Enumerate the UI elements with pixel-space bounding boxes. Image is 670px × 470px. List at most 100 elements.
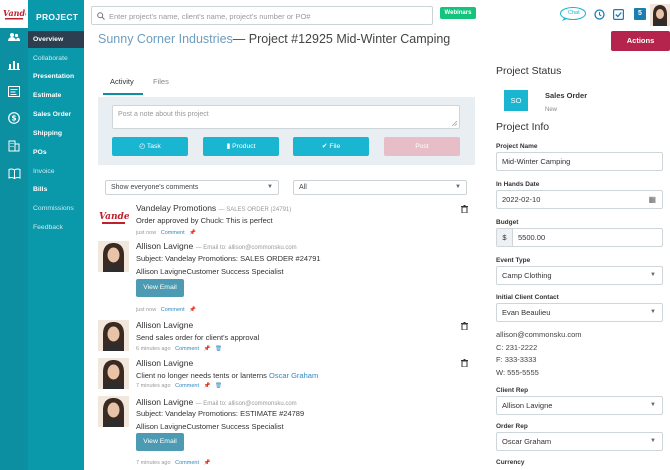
feed-author: Allison Lavigne — Email to: allison@comm…: [136, 397, 297, 407]
dollar-icon[interactable]: $: [6, 111, 22, 125]
product-button[interactable]: ▮ Product: [203, 137, 279, 156]
budget-input[interactable]: $5500.00: [496, 228, 663, 247]
pin-icon[interactable]: 📌: [204, 460, 211, 466]
trash-icon[interactable]: [461, 359, 468, 367]
task-button[interactable]: ◴ Task: [112, 137, 188, 156]
file-label: File: [329, 143, 341, 150]
vandelay-logo[interactable]: Vandelay: [0, 0, 28, 28]
trash-icon[interactable]: 🗑: [215, 383, 222, 389]
feed-message: Client no longer needs tents or lanterns…: [136, 371, 318, 380]
comments-filter-select[interactable]: Show everyone's comments ▼: [105, 180, 279, 195]
order-rep-label: Order Rep: [496, 423, 528, 430]
feed-meta: just now Comment 📌: [136, 230, 196, 236]
feed-signature: Allison LavigneCustomer Success Speciali…: [136, 422, 284, 431]
task-icon: ◴: [139, 143, 147, 150]
tab-activity[interactable]: Activity: [110, 77, 134, 86]
nav-item-feedback[interactable]: Feedback: [28, 219, 84, 236]
comment-link[interactable]: Comment: [175, 383, 199, 389]
nav-item-estimate[interactable]: Estimate: [28, 87, 84, 104]
order-rep-select[interactable]: Oscar Graham ▼: [496, 432, 663, 451]
project-number: — Project #12925 Mid-Winter Camping: [232, 32, 451, 46]
chevron-down-icon: ▼: [650, 438, 656, 444]
pin-icon[interactable]: 📌: [189, 307, 196, 313]
feed-time: 7 minutes ago: [136, 460, 171, 466]
calendar-icon[interactable]: ▦: [648, 191, 656, 208]
book-icon[interactable]: [6, 166, 22, 180]
comment-link[interactable]: Comment: [161, 230, 185, 236]
contact-phone-f: F: 333-3333: [496, 355, 537, 364]
trash-icon[interactable]: [461, 322, 468, 330]
contact-select[interactable]: Evan Beaulieu ▼: [496, 303, 663, 322]
author-name[interactable]: Allison Lavigne: [136, 241, 193, 251]
feed-message: Order approved by Chuck: This is perfect: [136, 216, 273, 225]
feed-time: just now: [136, 307, 157, 313]
contact-label: Initial Client Contact: [496, 294, 559, 301]
feed-meta: 7 minutes ago Comment 📌: [136, 460, 210, 466]
icon-sidebar: Vandelay $: [0, 0, 28, 470]
view-email-button[interactable]: View Email: [136, 433, 184, 451]
feed-tag: — SALES ORDER (24791): [218, 207, 292, 213]
feed-author[interactable]: Allison Lavigne: [136, 320, 193, 330]
author-name[interactable]: Vandelay Promotions: [136, 203, 216, 213]
nav-title: PROJECT: [36, 12, 79, 22]
trash-icon[interactable]: [461, 205, 468, 213]
pin-icon[interactable]: 📌: [189, 230, 196, 236]
in-hands-label: In Hands Date: [496, 181, 540, 188]
webinars-button[interactable]: Webinars: [440, 7, 476, 19]
chevron-down-icon: ▼: [650, 402, 656, 408]
svg-text:Vandelay: Vandelay: [3, 8, 26, 18]
tab-files[interactable]: Files: [153, 77, 169, 86]
feed-meta: 6 minutes ago Comment 📌 🗑: [136, 346, 222, 352]
client-rep-select[interactable]: Allison Lavigne ▼: [496, 396, 663, 415]
global-search-input[interactable]: Enter project's name, client's name, pro…: [91, 6, 433, 25]
nav-item-shipping[interactable]: Shipping: [28, 125, 84, 142]
pin-icon[interactable]: 📌: [204, 383, 211, 389]
note-placeholder: Post a note about this project: [118, 111, 209, 118]
contact-value: Evan Beaulieu: [502, 308, 551, 317]
allison-avatar: [98, 320, 129, 351]
status-label: Sales Order: [545, 91, 588, 100]
nav-item-presentation[interactable]: Presentation: [28, 68, 84, 85]
comment-link[interactable]: Comment: [175, 460, 199, 466]
svg-text:$: $: [11, 114, 16, 123]
project-info-panel: Project Status SO Sales Order New Projec…: [496, 0, 670, 470]
chevron-down-icon: ▼: [650, 309, 656, 315]
feed-meta: just now Comment 📌: [136, 307, 196, 313]
nav-item-collaborate[interactable]: Collaborate: [28, 50, 84, 67]
project-status-heading: Project Status: [496, 65, 562, 77]
currency-prefix: $: [497, 229, 513, 246]
contact-phone-c: C: 231-2222: [496, 343, 538, 352]
pin-icon[interactable]: 📌: [204, 346, 211, 352]
currency-label: Currency: [496, 459, 525, 466]
status-sub: New: [545, 107, 558, 113]
trash-icon[interactable]: 🗑: [215, 346, 222, 352]
feed-author[interactable]: Allison Lavigne: [136, 358, 193, 368]
post-button[interactable]: Post: [384, 137, 460, 156]
resize-handle-icon[interactable]: [452, 121, 457, 126]
file-button[interactable]: ✔ File: [293, 137, 369, 156]
type-filter-select[interactable]: All ▼: [293, 180, 467, 195]
view-email-button[interactable]: View Email: [136, 279, 184, 297]
comment-link[interactable]: Comment: [161, 307, 185, 313]
budget-value: 5500.00: [518, 233, 546, 242]
feed-message: Subject: Vandelay Promotions: ESTIMATE #…: [136, 409, 305, 418]
building-icon[interactable]: [6, 139, 22, 153]
chart-icon[interactable]: [6, 57, 22, 71]
event-type-label: Event Type: [496, 257, 531, 264]
nav-item-overview[interactable]: Overview: [28, 31, 84, 48]
nav-item-commissions[interactable]: Commissions: [28, 200, 84, 217]
nav-item-pos[interactable]: POs: [28, 144, 84, 161]
nav-item-sales-order[interactable]: Sales Order: [28, 106, 84, 123]
nav-item-invoice[interactable]: Invoice: [28, 163, 84, 180]
client-name[interactable]: Sunny Corner Industries: [98, 32, 233, 46]
report-icon[interactable]: [6, 84, 22, 98]
comment-link[interactable]: Comment: [175, 346, 199, 352]
event-type-select[interactable]: Camp Clothing ▼: [496, 266, 663, 285]
project-name-input[interactable]: Mid-Winter Camping: [496, 152, 663, 171]
in-hands-date-input[interactable]: 2022-02-10 ▦: [496, 190, 663, 209]
note-textarea[interactable]: Post a note about this project: [112, 105, 460, 129]
user-mention[interactable]: Oscar Graham: [269, 371, 318, 380]
author-name[interactable]: Allison Lavigne: [136, 397, 193, 407]
nav-item-bills[interactable]: Bills: [28, 181, 84, 198]
people-icon[interactable]: [6, 30, 22, 44]
